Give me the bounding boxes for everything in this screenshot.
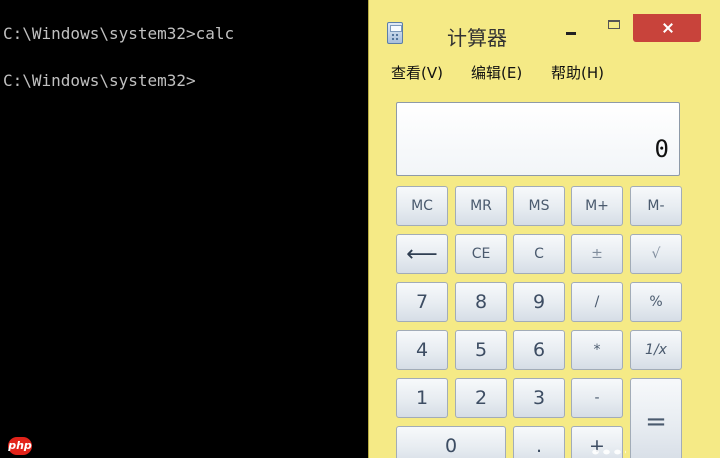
percent-button[interactable]: %	[630, 282, 682, 322]
memory-subtract-button[interactable]: M-	[630, 186, 682, 226]
calculator-window: 计算器 查看(V) 编辑(E) 帮助(H) 0 MC MR MS M+ M- ⟵…	[368, 0, 720, 458]
memory-store-button[interactable]: MS	[513, 186, 565, 226]
digit-4-button[interactable]: 4	[396, 330, 448, 370]
menu-help[interactable]: 帮助(H)	[551, 62, 604, 83]
minimize-button[interactable]	[555, 12, 589, 42]
decimal-button[interactable]: .	[513, 426, 565, 458]
calculator-icon	[387, 22, 403, 44]
maximize-button[interactable]	[597, 12, 631, 42]
digit-8-button[interactable]: 8	[455, 282, 507, 322]
minus-button[interactable]: -	[571, 378, 623, 418]
console-line-command: C:\Windows\system32>calc	[3, 24, 235, 43]
menu-bar: 查看(V) 编辑(E) 帮助(H)	[369, 62, 720, 84]
menu-view[interactable]: 查看(V)	[391, 62, 443, 83]
digit-3-button[interactable]: 3	[513, 378, 565, 418]
close-button[interactable]	[633, 14, 701, 42]
digit-7-button[interactable]: 7	[396, 282, 448, 322]
digit-0-button[interactable]: 0	[396, 426, 506, 458]
reciprocal-button[interactable]: 1/x	[630, 330, 682, 370]
display-value: 0	[654, 135, 669, 163]
digit-9-button[interactable]: 9	[513, 282, 565, 322]
window-title: 计算器	[447, 26, 507, 50]
square-root-button[interactable]: √	[630, 234, 682, 274]
console-line-prompt: C:\Windows\system32>	[3, 71, 196, 90]
clear-entry-button[interactable]: CE	[455, 234, 507, 274]
php-watermark-logo: php	[8, 437, 32, 455]
digit-1-button[interactable]: 1	[396, 378, 448, 418]
backspace-button[interactable]: ⟵	[396, 234, 448, 274]
plus-minus-button[interactable]: ±	[571, 234, 623, 274]
digit-5-button[interactable]: 5	[455, 330, 507, 370]
memory-clear-button[interactable]: MC	[396, 186, 448, 226]
memory-recall-button[interactable]: MR	[455, 186, 507, 226]
divide-button[interactable]: /	[571, 282, 623, 322]
console-window[interactable]: C:\Windows\system32>calc C:\Windows\syst…	[0, 0, 368, 458]
watermark-dots	[590, 448, 626, 456]
equals-button[interactable]: =	[630, 378, 682, 458]
clear-button[interactable]: C	[513, 234, 565, 274]
menu-edit[interactable]: 编辑(E)	[471, 62, 522, 83]
digit-2-button[interactable]: 2	[455, 378, 507, 418]
memory-add-button[interactable]: M+	[571, 186, 623, 226]
result-display: 0	[396, 102, 680, 176]
multiply-button[interactable]: *	[571, 330, 623, 370]
digit-6-button[interactable]: 6	[513, 330, 565, 370]
title-bar[interactable]: 计算器	[369, 0, 720, 60]
